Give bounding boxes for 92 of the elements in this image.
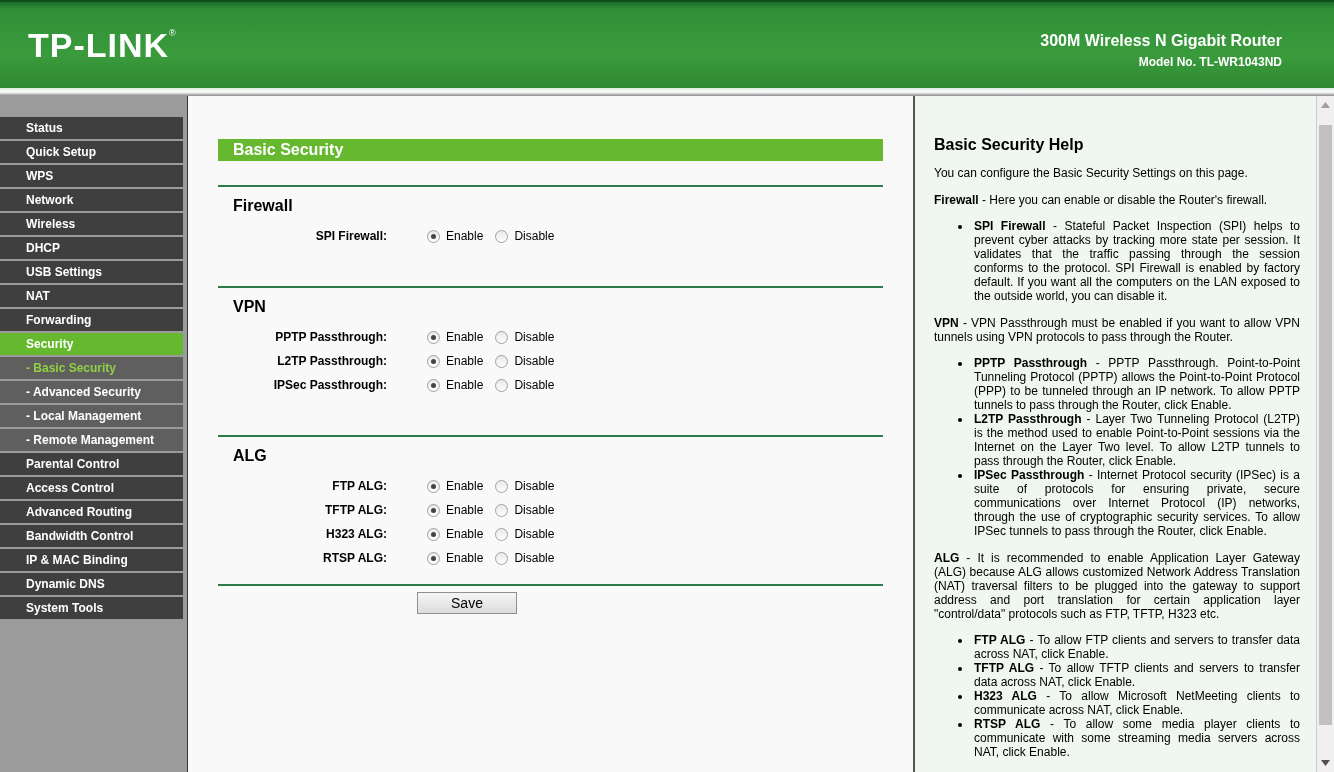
bullet-icon xyxy=(958,474,962,478)
help-paragraph: Firewall - Here you can enable or disable the Router's firewall. xyxy=(934,193,1269,207)
menu-item[interactable]: System Tools xyxy=(0,597,183,619)
bullet-icon xyxy=(958,723,962,727)
radio-button[interactable] xyxy=(495,551,509,565)
radio-button[interactable] xyxy=(427,354,440,368)
help-list-item: FTP ALG - To allow FTP clients and servers to transfer data across NAT, click Enable. xyxy=(974,633,1300,661)
bullet-icon xyxy=(958,695,962,699)
save-button[interactable]: Save xyxy=(417,592,517,614)
option-label: Disable xyxy=(514,503,555,517)
menu-item[interactable]: Access Control xyxy=(0,477,183,499)
menu-item[interactable]: Dynamic DNS xyxy=(0,573,183,595)
radio-button[interactable] xyxy=(427,551,440,565)
menu-item[interactable]: USB Settings xyxy=(0,261,183,283)
radio-button[interactable] xyxy=(427,378,440,392)
help-list-item: H323 ALG - To allow Microsoft NetMeeting clients to communicate across NAT, click Enable. xyxy=(974,689,1300,717)
option-label: Enable xyxy=(446,330,484,344)
option-label: Disable xyxy=(514,527,555,541)
menu-item[interactable]: Forwarding xyxy=(0,309,183,331)
menu-item[interactable]: Status xyxy=(0,117,183,139)
menu-item[interactable]: DHCP xyxy=(0,237,183,259)
page-title: Basic Security xyxy=(218,139,883,161)
submenu-item[interactable]: - Advanced Security xyxy=(0,381,183,403)
field-label: TFTP ALG: xyxy=(324,503,387,517)
bullet-icon xyxy=(958,362,962,366)
menu-item[interactable]: Wireless xyxy=(0,213,183,235)
bullet-icon xyxy=(958,418,962,422)
radio-button[interactable] xyxy=(427,330,440,344)
menu-item[interactable]: Bandwidth Control xyxy=(0,525,183,547)
radio-button[interactable] xyxy=(495,479,509,493)
help-list-item: L2TP Passthrough - Layer Two Tunneling Protocol (L2TP) is the method used to enable Point-to-Point sessions via the Internet on the Layer Two level. To allow L2TP tunnels to pass through the Router, click Enable. xyxy=(974,412,1300,468)
help-title: Basic Security Help xyxy=(934,138,1085,152)
section-title: ALG xyxy=(232,447,268,465)
model-number: Model No. TL-WR1043ND xyxy=(1138,54,1282,69)
help-paragraph: ALG - It is recommended to enable Application Layer Gateway (ALG) because ALG allows customized Network Address Translation (NAT) traversal filters to be plugged into the gateway to support address and port translation for certain application layer "control/data" protocols such as FTP, TFTP, H323 etc. xyxy=(934,551,1300,621)
menu-item[interactable]: Quick Setup xyxy=(0,141,183,163)
help-list-item: PPTP Passthrough - PPTP Passthrough. Point-to-Point Tunneling Protocol (PPTP) allows the Point-to-Point Protocol (PPP) to be tunneled through an IP network. To allow PPTP tunnels to pass through the Router, click Enable. xyxy=(974,356,1300,412)
help-paragraph: You can configure the Basic Security Settings on this page. xyxy=(934,166,1249,180)
option-label: Enable xyxy=(446,503,484,517)
help-list-item: RTSP ALG - To allow some media player clients to communicate with some streaming media servers across NAT, click Enable. xyxy=(974,717,1300,759)
section-title: VPN xyxy=(232,298,267,316)
option-label: Enable xyxy=(446,527,484,541)
radio-button[interactable] xyxy=(495,354,509,368)
help-list-item: SPI Firewall - Stateful Packet Inspection (SPI) helps to prevent cyber attacks by tracking more state per session. It validates that the traffic passing through the session conforms to the protocol. SPI Firewall is enabled by factory default. If you want all the computers on the LAN exposed to the outside world, you can disable it. xyxy=(974,219,1300,303)
option-label: Disable xyxy=(514,479,555,493)
radio-button[interactable] xyxy=(427,479,440,493)
menu-item[interactable]: WPS xyxy=(0,165,183,187)
option-label: Enable xyxy=(446,354,484,368)
submenu-item[interactable]: - Remote Management xyxy=(0,429,183,451)
option-label: Enable xyxy=(446,229,484,243)
submenu-item[interactable]: - Local Management xyxy=(0,405,183,427)
radio-button[interactable] xyxy=(495,378,509,392)
tp-link-logo: TP-LINK® xyxy=(28,25,177,65)
option-label: Disable xyxy=(514,551,555,565)
option-label: Disable xyxy=(514,378,555,392)
scrollbar[interactable] xyxy=(1316,96,1334,772)
field-label: RTSP ALG: xyxy=(322,551,387,565)
radio-button[interactable] xyxy=(427,527,440,541)
bullet-icon xyxy=(958,225,962,229)
menu-item[interactable]: Network xyxy=(0,189,183,211)
field-label: SPI Firewall: xyxy=(314,229,387,243)
radio-button[interactable] xyxy=(495,503,509,517)
field-label: H323 ALG: xyxy=(325,527,387,541)
help-list-item: TFTP ALG - To allow TFTP clients and servers to transfer data across NAT, click Enable. xyxy=(974,661,1300,689)
option-label: Disable xyxy=(514,330,555,344)
option-label: Enable xyxy=(446,479,484,493)
radio-button[interactable] xyxy=(495,229,509,243)
scroll-down-icon[interactable] xyxy=(1321,760,1330,766)
option-label: Disable xyxy=(514,229,555,243)
menu-item[interactable]: Advanced Routing xyxy=(0,501,183,523)
menu-item[interactable]: IP & MAC Binding xyxy=(0,549,183,571)
scrollbar-thumb[interactable] xyxy=(1319,125,1332,725)
bullet-icon xyxy=(958,667,962,671)
option-label: Disable xyxy=(514,354,555,368)
help-list-item: IPSec Passthrough - Internet Protocol security (IPSec) is a suite of protocols for ensuring private, secure communications over Internet Protocol (IP) networks, through the use of cryptographic security services. To allow IPSec tunnels to pass through the Router, click Enable. xyxy=(974,468,1300,538)
field-label: L2TP Passthrough: xyxy=(276,354,387,368)
section-title: Firewall xyxy=(232,197,294,215)
radio-button[interactable] xyxy=(427,503,440,517)
field-label: FTP ALG: xyxy=(331,479,387,493)
menu-item[interactable]: Parental Control xyxy=(0,453,183,475)
help-paragraph: VPN - VPN Passthrough must be enabled if you want to allow VPN tunnels using VPN protocols to pass through the Router. xyxy=(934,316,1300,344)
radio-button[interactable] xyxy=(427,229,440,243)
radio-button[interactable] xyxy=(495,527,509,541)
field-label: PPTP Passthrough: xyxy=(274,330,387,344)
menu-item[interactable]: NAT xyxy=(0,285,183,307)
option-label: Enable xyxy=(446,551,484,565)
scroll-up-icon[interactable] xyxy=(1321,102,1330,108)
bullet-icon xyxy=(958,639,962,643)
field-label: IPSec Passthrough: xyxy=(272,378,387,392)
radio-button[interactable] xyxy=(495,330,509,344)
product-name: 300M Wireless N Gigabit Router xyxy=(1040,31,1282,50)
option-label: Enable xyxy=(446,378,484,392)
